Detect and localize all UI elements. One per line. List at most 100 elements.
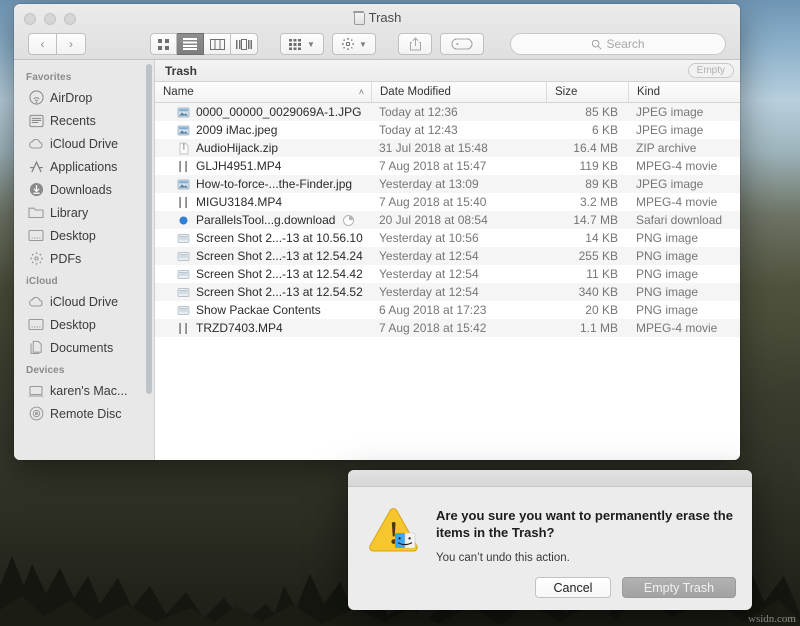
zip-file-icon (177, 142, 190, 155)
file-date-cell: 6 Aug 2018 at 17:23 (371, 301, 546, 319)
sidebar-item-label: iCloud Drive (50, 137, 118, 151)
trash-icon (353, 11, 364, 24)
file-kind-cell: MPEG-4 movie (628, 157, 740, 175)
sidebar-item-pdfs[interactable]: PDFs (14, 247, 154, 270)
navigation-buttons: ‹ › (28, 33, 86, 55)
desktop-icon (28, 317, 44, 333)
file-list: 0000_00000_0029069A-1.JPGToday at 12:368… (155, 103, 740, 460)
sidebar-item-remote-disc[interactable]: Remote Disc (14, 402, 154, 425)
sidebar-section-devices: Devices karen's Mac... Re (14, 359, 154, 425)
movie-file-icon (177, 160, 190, 173)
sidebar-header-icloud: iCloud (14, 270, 154, 290)
table-row[interactable]: Screen Shot 2...-13 at 12.54.52Yesterday… (155, 283, 740, 301)
file-size-cell: 14 KB (546, 229, 628, 247)
file-name: 2009 iMac.jpeg (196, 123, 277, 137)
file-size-cell: 14.7 MB (546, 211, 628, 229)
file-name-cell: Show Packae Contents (155, 301, 371, 319)
table-row[interactable]: ParallelsTool...g.download20 Jul 2018 at… (155, 211, 740, 229)
file-size-cell: 85 KB (546, 103, 628, 121)
table-row[interactable]: 2009 iMac.jpegToday at 12:436 KBJPEG ima… (155, 121, 740, 139)
column-header-kind[interactable]: Kind (628, 82, 740, 102)
column-view-button[interactable] (204, 33, 231, 55)
file-date-cell: Yesterday at 12:54 (371, 265, 546, 283)
sidebar-item-icloud-drive-2[interactable]: iCloud Drive (14, 290, 154, 313)
search-input[interactable]: Search (510, 33, 726, 55)
folder-icon (28, 205, 44, 221)
sidebar-scrollbar[interactable] (146, 64, 152, 394)
sidebar-item-label: Desktop (50, 229, 96, 243)
empty-button[interactable]: Empty (688, 63, 734, 78)
file-kind-cell: PNG image (628, 265, 740, 283)
table-row[interactable]: 0000_00000_0029069A-1.JPGToday at 12:368… (155, 103, 740, 121)
table-row[interactable]: Show Packae Contents6 Aug 2018 at 17:232… (155, 301, 740, 319)
share-button[interactable] (398, 33, 432, 55)
empty-trash-button[interactable]: Empty Trash (622, 577, 736, 598)
window-body: Favorites AirDrop (14, 60, 740, 460)
table-row[interactable]: How-to-force-...the-Finder.jpgYesterday … (155, 175, 740, 193)
list-view-button[interactable] (177, 33, 204, 55)
airdrop-icon (28, 90, 44, 106)
table-row[interactable]: Screen Shot 2...-13 at 12.54.42 Yesterday… (155, 265, 740, 283)
table-row[interactable]: TRZD7403.MP47 Aug 2018 at 15:421.1 MBMPE… (155, 319, 740, 337)
sidebar-item-label: Applications (50, 160, 117, 174)
sidebar-item-downloads[interactable]: Downloads (14, 178, 154, 201)
icon-view-button[interactable] (150, 33, 177, 55)
forward-button[interactable]: › (57, 33, 86, 55)
sidebar-item-desktop[interactable]: Desktop (14, 224, 154, 247)
file-name: Screen Shot 2...-13 at 12.54.52 (196, 285, 363, 299)
file-kind-cell: JPEG image (628, 103, 740, 121)
file-name: 0000_00000_0029069A-1.JPG (196, 105, 361, 119)
action-menu-button[interactable]: ▼ (332, 33, 376, 55)
sidebar-item-library[interactable]: Library (14, 201, 154, 224)
cancel-button[interactable]: Cancel (535, 577, 611, 598)
file-name: Screen Shot 2...-13 at 12.54.42 (196, 267, 363, 281)
file-name: MIGU3184.MP4 (196, 195, 282, 209)
gallery-view-button[interactable] (231, 33, 258, 55)
sidebar-item-applications[interactable]: Applications (14, 155, 154, 178)
tags-button[interactable] (440, 33, 484, 55)
sidebar-item-icloud-drive[interactable]: iCloud Drive (14, 132, 154, 155)
file-kind-cell: PNG image (628, 301, 740, 319)
file-size-cell: 6 KB (546, 121, 628, 139)
table-row[interactable]: AudioHijack.zip31 Jul 2018 at 15:4816.4 … (155, 139, 740, 157)
file-name: AudioHijack.zip (196, 141, 278, 155)
png-file-icon (177, 232, 190, 245)
file-size-cell: 119 KB (546, 157, 628, 175)
table-row[interactable]: Screen Shot 2...-13 at 12.54.24Yesterday… (155, 247, 740, 265)
column-header-date-modified[interactable]: Date Modified (371, 82, 546, 102)
file-date-cell: 7 Aug 2018 at 15:42 (371, 319, 546, 337)
file-kind-cell: PNG image (628, 229, 740, 247)
page-title: Trash (369, 10, 402, 25)
table-row[interactable]: MIGU3184.MP47 Aug 2018 at 15:403.2 MBMPE… (155, 193, 740, 211)
column-header-name[interactable]: Name ˄ (155, 82, 371, 102)
arrange-by-button[interactable]: ▼ (280, 33, 324, 55)
sidebar: Favorites AirDrop (14, 60, 155, 460)
empty-trash-alert-dialog: Are you sure you want to permanently era… (348, 470, 752, 610)
file-name-cell: Screen Shot 2...-13 at 10.56.10 (155, 229, 371, 247)
watermark: wsidn.com (748, 613, 796, 625)
table-row[interactable]: GLJH4951.MP47 Aug 2018 at 15:47119 KBMPE… (155, 157, 740, 175)
column-header-size[interactable]: Size (546, 82, 628, 102)
sidebar-item-label: PDFs (50, 252, 81, 266)
sidebar-item-desktop-icloud[interactable]: Desktop (14, 313, 154, 336)
jpeg-file-icon (177, 106, 190, 119)
file-size-cell: 16.4 MB (546, 139, 628, 157)
file-size-cell: 1.1 MB (546, 319, 628, 337)
sidebar-item-documents[interactable]: Documents (14, 336, 154, 359)
file-date-cell: 20 Jul 2018 at 08:54 (371, 211, 546, 229)
sidebar-item-recents[interactable]: Recents (14, 109, 154, 132)
search-placeholder: Search (606, 37, 644, 51)
back-button[interactable]: ‹ (28, 33, 57, 55)
download-progress-icon (343, 215, 354, 226)
file-name-cell: 0000_00000_0029069A-1.JPG (155, 103, 371, 121)
file-name-cell: How-to-force-...the-Finder.jpg (155, 175, 371, 193)
sidebar-item-karens-mac[interactable]: karen's Mac... (14, 379, 154, 402)
file-name: GLJH4951.MP4 (196, 159, 281, 173)
png-file-icon (177, 250, 190, 263)
file-name-cell: Screen Shot 2...-13 at 12.54.24 (155, 247, 371, 265)
sidebar-item-airdrop[interactable]: AirDrop (14, 86, 154, 109)
file-date-cell: Yesterday at 13:09 (371, 175, 546, 193)
file-date-cell: Yesterday at 10:56 (371, 229, 546, 247)
laptop-icon (28, 383, 44, 399)
table-row[interactable]: Screen Shot 2...-13 at 10.56.10Yesterday… (155, 229, 740, 247)
